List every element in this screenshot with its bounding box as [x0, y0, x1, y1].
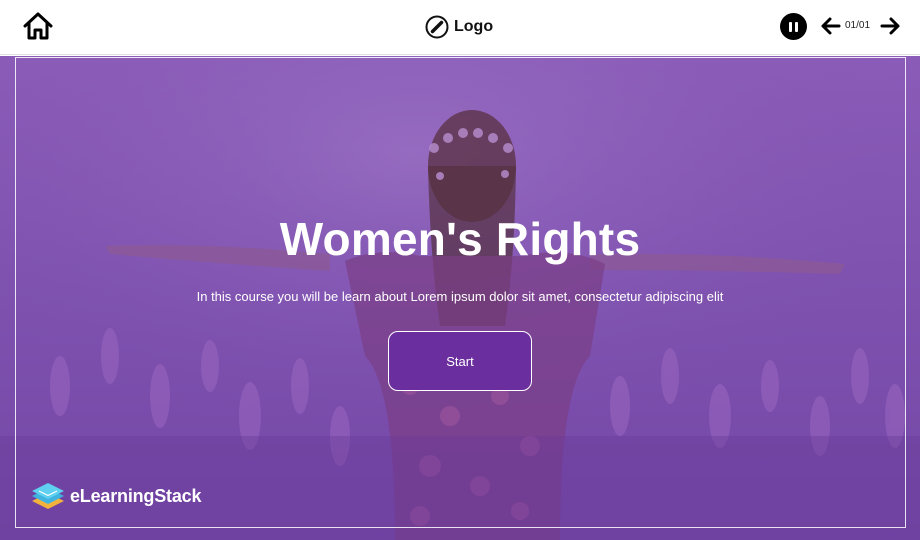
pause-icon [789, 21, 792, 32]
hero-section: Women's Rights In this course you will b… [0, 56, 920, 540]
start-button[interactable]: Start [388, 331, 532, 391]
course-description: In this course you will be learn about L… [196, 289, 724, 304]
next-button[interactable] [880, 16, 902, 36]
home-icon [23, 12, 53, 40]
home-button[interactable] [22, 11, 54, 41]
page-counter: 01/01 [845, 20, 871, 31]
arrow-right-icon [880, 17, 900, 35]
brand-name: eLearningStack [70, 485, 202, 506]
logo: Logo [425, 14, 493, 40]
slash-circle-icon [425, 15, 449, 39]
previous-button[interactable] [819, 16, 841, 36]
course-title: Women's Rights [279, 213, 641, 265]
brand-logo: eLearningStack [30, 479, 201, 513]
pause-button[interactable] [780, 13, 807, 40]
top-toolbar: Logo 01/01 [0, 0, 920, 55]
logo-text: Logo [454, 18, 494, 35]
arrow-left-icon [821, 17, 841, 35]
stacked-books-icon [32, 483, 64, 509]
